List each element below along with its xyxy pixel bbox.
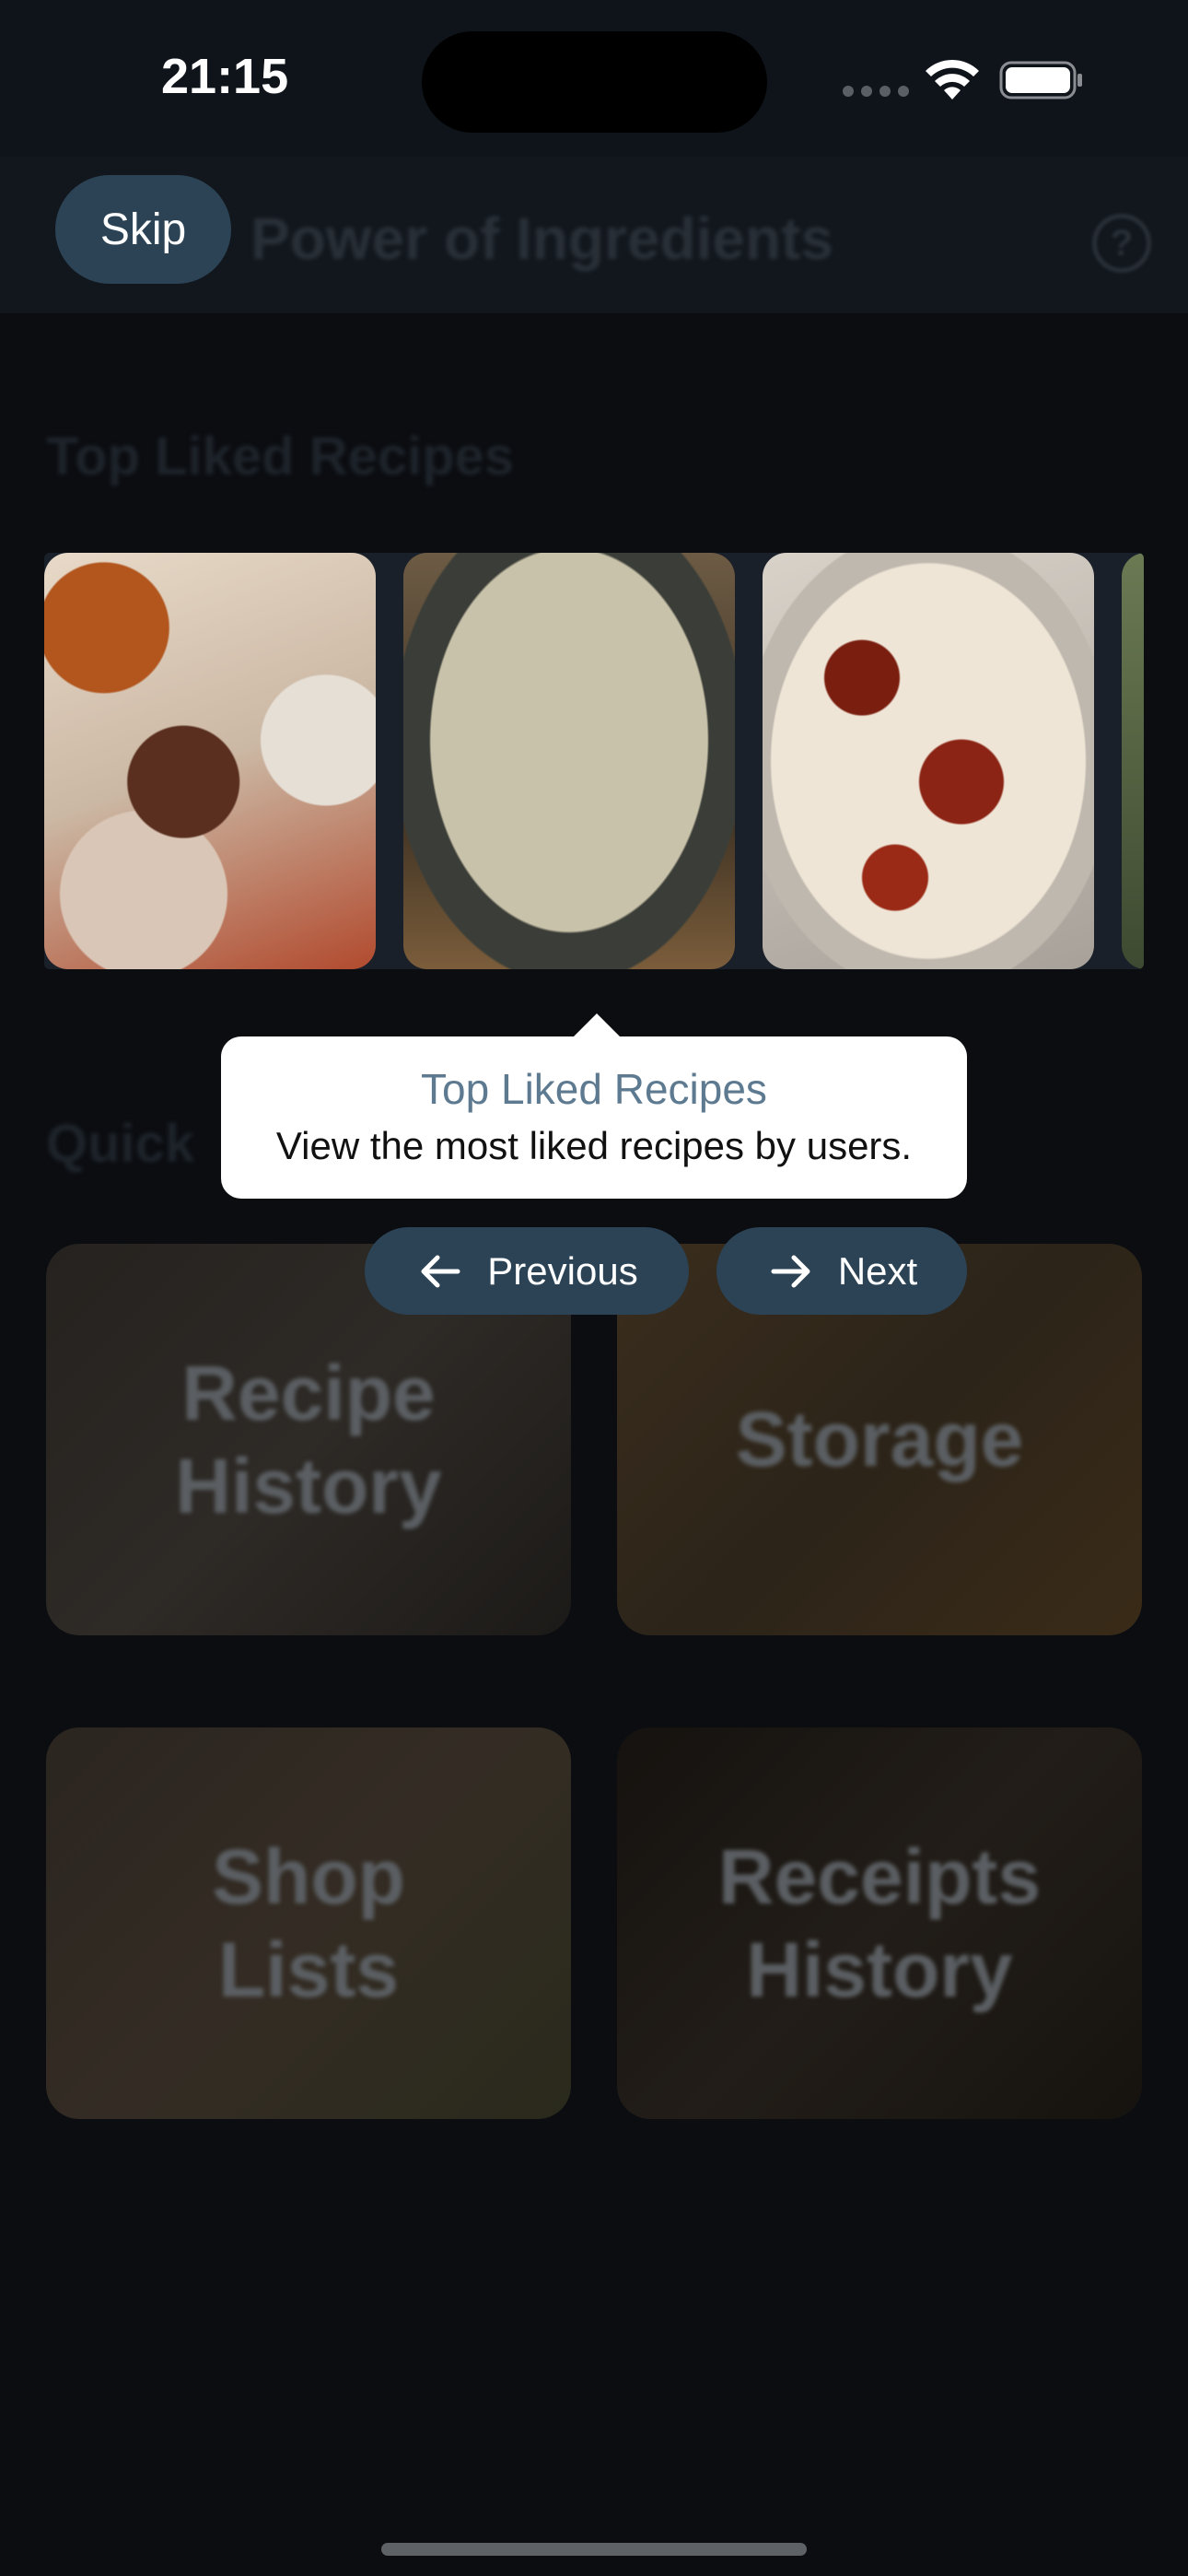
help-icon[interactable]: ? [1092, 214, 1151, 273]
arrow-right-icon [771, 1255, 810, 1287]
previous-button[interactable]: Previous [365, 1227, 689, 1315]
arrow-left-icon [421, 1255, 460, 1287]
dynamic-island [422, 31, 767, 133]
page-title: Power of Ingredients [250, 205, 833, 272]
card-label: Receipts History [717, 1832, 1042, 2013]
recipe-card[interactable] [1122, 553, 1144, 969]
next-button[interactable]: Next [716, 1227, 967, 1315]
receipts-history-card[interactable]: Receipts History [617, 1727, 1142, 2119]
status-bar: 21:15 [0, 0, 1188, 157]
battery-icon [999, 61, 1082, 100]
tour-tooltip: Top Liked Recipes View the most liked re… [221, 1036, 967, 1199]
tooltip-title: Top Liked Recipes [421, 1065, 767, 1113]
previous-label: Previous [487, 1248, 638, 1293]
top-liked-section-title: Top Liked Recipes [46, 427, 515, 486]
cellular-signal-icon [843, 86, 909, 97]
next-label: Next [837, 1248, 918, 1293]
onboarding-tour-screen: 21:15 Skip Power of Ingredients ? Top Li… [0, 0, 1188, 2576]
skip-tour-button[interactable]: Skip [55, 175, 231, 284]
recipe-card[interactable] [44, 553, 376, 969]
tooltip-arrow [573, 1013, 621, 1037]
top-liked-recipes-carousel[interactable] [44, 553, 1144, 969]
card-label: Recipe History [175, 1349, 442, 1529]
wifi-icon [926, 59, 979, 100]
quick-section-title: Quick [46, 1114, 195, 1174]
status-time: 21:15 [161, 49, 289, 104]
recipe-card[interactable] [763, 553, 1094, 969]
card-label: Storage [735, 1396, 1024, 1483]
card-label: Shop Lists [212, 1832, 405, 2013]
home-indicator[interactable] [381, 2543, 807, 2556]
tooltip-description: View the most liked recipes by users. [275, 1124, 913, 1167]
recipe-card[interactable] [403, 553, 735, 969]
shop-lists-card[interactable]: Shop Lists [46, 1727, 571, 2119]
